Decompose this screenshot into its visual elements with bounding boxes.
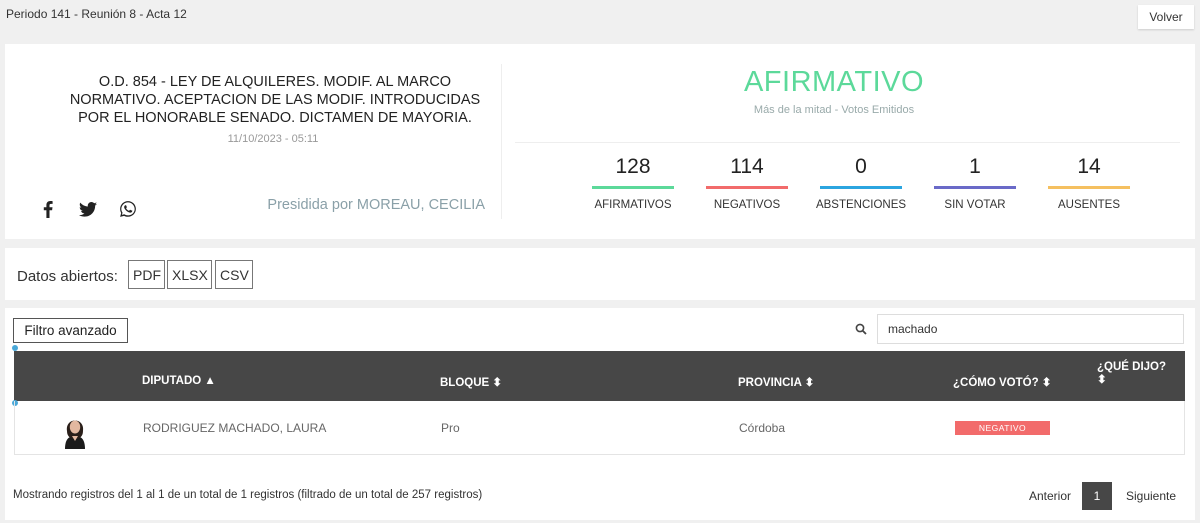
stat-value: 0	[855, 155, 867, 178]
stat-ausentes: 14 AUSENTES	[1032, 154, 1146, 211]
top-bar: Periodo 141 - Reunión 8 - Acta 12 Volver	[0, 0, 1200, 40]
stat-afirmativos: 128 AFIRMATIVOS	[576, 154, 690, 211]
pagination-previous[interactable]: Anterior	[1029, 489, 1071, 503]
stat-bar	[934, 186, 1016, 189]
stat-label: SIN VOTAR	[944, 199, 1006, 211]
download-xlsx-button[interactable]: XLSX	[167, 260, 212, 289]
twitter-icon[interactable]	[78, 199, 98, 219]
majority-type: Más de la mitad - Votos Emitidos	[753, 104, 915, 116]
stat-sin-votar: 1 SIN VOTAR	[918, 154, 1032, 211]
presided-by: Presidida por MOREAU, CECILIA	[267, 197, 485, 213]
cell-diputado: RODRIGUEZ MACHADO, LAURA	[143, 421, 327, 435]
stat-abstenciones: 0 ABSTENCIONES	[804, 154, 918, 211]
table-info: Mostrando registros del 1 al 1 de un tot…	[13, 489, 483, 501]
stat-value: 14	[1077, 155, 1101, 178]
stat-bar	[820, 186, 902, 189]
horizontal-divider	[515, 142, 1180, 143]
vote-result: AFIRMATIVO	[743, 66, 925, 98]
cell-provincia: Córdoba	[739, 421, 786, 435]
stat-value: 128	[615, 155, 651, 178]
col-que-dijo[interactable]: ¿QUÉ DIJO? ⬍	[1097, 361, 1166, 387]
back-button[interactable]: Volver	[1138, 5, 1194, 29]
col-diputado[interactable]: DIPUTADO ▲	[142, 375, 216, 387]
stat-label: NEGATIVOS	[713, 199, 781, 211]
stat-value: 1	[969, 155, 981, 178]
stat-bar	[1048, 186, 1130, 189]
table-header: DIPUTADO ▲ BLOQUE ⬍ PROVINCIA ⬍ ¿CÓMO VO…	[14, 351, 1185, 401]
stat-bar	[706, 186, 788, 189]
avatar	[55, 409, 95, 449]
cell-bloque: Pro	[441, 421, 460, 435]
stat-bar	[592, 186, 674, 189]
stat-value: 114	[730, 155, 764, 178]
search-input[interactable]	[877, 314, 1184, 344]
download-pdf-button[interactable]: PDF	[128, 260, 165, 289]
stat-label: AFIRMATIVOS	[594, 199, 672, 211]
col-bloque[interactable]: BLOQUE ⬍	[440, 375, 502, 389]
whatsapp-icon[interactable]	[118, 199, 138, 219]
vote-title: O.D. 854 - LEY DE ALQUILERES. MODIF. AL …	[69, 74, 481, 126]
open-data-label: Datos abiertos:	[17, 268, 118, 285]
pagination-next[interactable]: Siguiente	[1126, 489, 1176, 503]
open-data-panel: Datos abiertos: PDF XLSX CSV	[5, 248, 1195, 300]
stat-label: ABSTENCIONES	[815, 199, 907, 211]
table-row: RODRIGUEZ MACHADO, LAURA Pro Córdoba NEG…	[14, 401, 1185, 455]
advanced-filter-button[interactable]: Filtro avanzado	[13, 318, 128, 343]
stat-label: AUSENTES	[1058, 199, 1120, 211]
col-provincia[interactable]: PROVINCIA ⬍	[738, 375, 814, 389]
stat-negativos: 114 NEGATIVOS	[690, 154, 804, 211]
breadcrumb: Periodo 141 - Reunión 8 - Acta 12	[6, 7, 187, 21]
vertical-divider	[501, 64, 502, 219]
vote-summary-panel: O.D. 854 - LEY DE ALQUILERES. MODIF. AL …	[5, 44, 1195, 239]
col-como-voto[interactable]: ¿CÓMO VOTÓ? ⬍	[953, 375, 1051, 389]
vote-badge: NEGATIVO	[955, 421, 1050, 435]
pagination-page-1[interactable]: 1	[1082, 482, 1112, 510]
results-table-panel: Filtro avanzado DIPUTADO ▲ BLOQUE ⬍ PROV…	[5, 308, 1195, 520]
search-icon	[855, 323, 867, 335]
download-csv-button[interactable]: CSV	[215, 260, 253, 289]
facebook-icon[interactable]	[38, 199, 58, 219]
vote-datetime: 11/10/2023 - 05:11	[227, 133, 319, 145]
